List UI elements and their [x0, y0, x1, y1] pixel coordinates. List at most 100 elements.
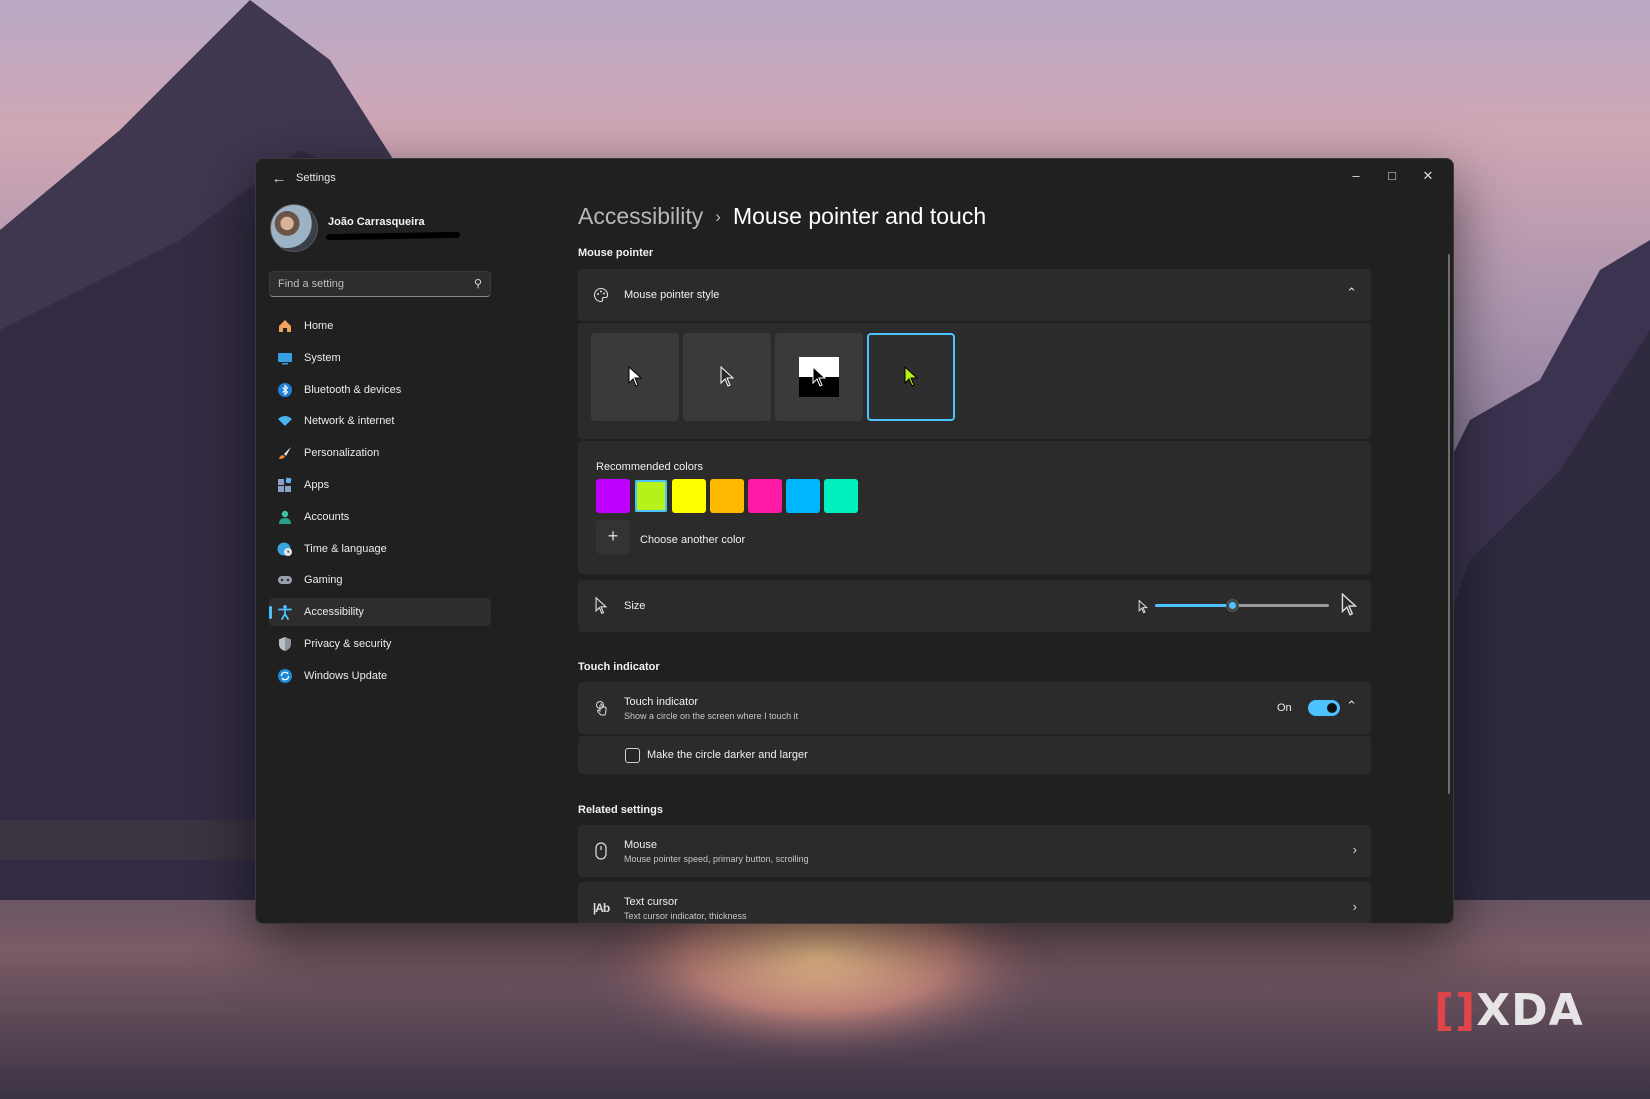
close-icon[interactable]: ✕	[1411, 165, 1445, 187]
search-box: ⚲	[269, 271, 491, 297]
related-item-text-cursor[interactable]: |Ab Text cursor Text cursor indicator, t…	[578, 882, 1371, 923]
scrollbar[interactable]	[1448, 254, 1450, 794]
color-swatch[interactable]	[672, 479, 706, 513]
sidebar-item-label: Gaming	[304, 574, 343, 587]
sidebar-item-label: Time & language	[304, 542, 387, 555]
sidebar-item-label: Windows Update	[304, 669, 388, 682]
color-swatch[interactable]	[824, 479, 858, 513]
plus-icon: +	[607, 526, 619, 546]
bluetooth-icon	[276, 381, 294, 399]
sidebar-item-bluetooth[interactable]: Bluetooth & devices	[269, 376, 491, 404]
xda-watermark: []XDA	[1434, 985, 1584, 1036]
section-title-related-settings: Related settings	[578, 804, 663, 816]
chevron-right-icon[interactable]: ›	[1353, 842, 1357, 857]
recommended-colors-label: Recommended colors	[596, 461, 703, 473]
profile-name: João Carrasqueira	[328, 216, 425, 228]
app-title: Settings	[296, 172, 336, 184]
sidebar-item-windows-update[interactable]: Windows Update	[269, 662, 491, 690]
white-pointer-icon	[628, 366, 642, 387]
color-swatch[interactable]	[748, 479, 782, 513]
globe-clock-icon	[276, 540, 294, 558]
sidebar-item-label: Accounts	[304, 510, 350, 523]
sidebar-item-personalization[interactable]: Personalization	[269, 439, 491, 467]
gamepad-icon	[276, 571, 294, 589]
page-title: Mouse pointer and touch	[732, 203, 987, 229]
black-pointer-icon	[720, 366, 734, 387]
accounts-icon	[276, 508, 294, 526]
chevron-right-icon[interactable]: ›	[1353, 899, 1357, 914]
chevron-up-icon[interactable]: ⌃	[1346, 698, 1357, 714]
touch-hand-icon	[592, 699, 610, 717]
pointer-style-custom[interactable]	[867, 333, 955, 421]
title-bar: ← Settings – □ ✕	[256, 159, 1453, 197]
settings-window: ← Settings – □ ✕ João Carrasqueira ⚲ Hom…	[255, 158, 1454, 924]
sidebar-item-apps[interactable]: Apps	[269, 471, 491, 499]
sidebar-item-accounts[interactable]: Accounts	[269, 503, 491, 531]
breadcrumb-parent[interactable]: Accessibility	[578, 203, 703, 229]
apps-icon	[276, 476, 294, 494]
touch-indicator-subtitle: Show a circle on the screen where I touc…	[624, 711, 799, 721]
sidebar-item-home[interactable]: Home	[269, 312, 491, 340]
color-swatch[interactable]	[634, 479, 668, 513]
touch-indicator-toggle[interactable]	[1308, 700, 1340, 716]
add-color-button[interactable]: +	[596, 520, 630, 554]
chevron-up-icon[interactable]: ⌃	[1346, 285, 1357, 301]
sidebar-item-gaming[interactable]: Gaming	[269, 566, 491, 594]
small-pointer-icon	[1138, 599, 1149, 619]
darker-circle-label: Make the circle darker and larger	[647, 749, 808, 761]
mouse-subtitle: Mouse pointer speed, primary button, scr…	[624, 854, 809, 864]
touch-indicator-options: Make the circle darker and larger	[578, 736, 1371, 774]
color-swatch[interactable]	[596, 479, 630, 513]
back-arrow-icon[interactable]: ←	[268, 168, 290, 190]
text-cursor-icon: |Ab	[592, 901, 610, 915]
home-icon	[276, 317, 294, 335]
system-icon	[276, 349, 294, 367]
mouse-title: Mouse	[624, 839, 658, 851]
chevron-right-icon: ›	[715, 207, 721, 226]
sidebar-nav: Home System Bluetooth & devices Network …	[269, 312, 491, 694]
search-icon[interactable]: ⚲	[474, 277, 482, 290]
pointer-size-slider[interactable]	[1155, 599, 1329, 613]
mouse-pointer-style-label: Mouse pointer style	[624, 289, 720, 301]
choose-another-color-link[interactable]: Choose another color	[640, 534, 745, 546]
sidebar-item-time-language[interactable]: Time & language	[269, 535, 491, 563]
sidebar-item-network[interactable]: Network & internet	[269, 407, 491, 435]
slider-fill	[1155, 604, 1232, 607]
recommended-colors-panel: Recommended colors + Choose another colo…	[578, 441, 1371, 574]
color-swatch[interactable]	[786, 479, 820, 513]
section-title-touch-indicator: Touch indicator	[578, 661, 660, 673]
palette-icon	[592, 286, 610, 304]
pointer-style-white[interactable]	[591, 333, 679, 421]
touch-indicator-row[interactable]: Touch indicator Show a circle on the scr…	[578, 682, 1371, 734]
sidebar-item-system[interactable]: System	[269, 344, 491, 372]
mouse-icon	[592, 842, 610, 860]
text-cursor-title: Text cursor	[624, 896, 678, 908]
slider-thumb[interactable]	[1225, 599, 1239, 612]
update-icon	[276, 667, 294, 685]
sidebar-item-privacy[interactable]: Privacy & security	[269, 630, 491, 658]
sidebar-item-label: Bluetooth & devices	[304, 383, 402, 396]
pointer-style-black[interactable]	[683, 333, 771, 421]
darker-circle-checkbox[interactable]	[625, 748, 640, 763]
pointer-size-icon	[592, 597, 610, 615]
sidebar-item-accessibility[interactable]: Accessibility	[269, 598, 491, 627]
pointer-size-row: Size	[578, 580, 1371, 632]
custom-color-pointer-icon	[904, 366, 918, 387]
related-item-mouse[interactable]: Mouse Mouse pointer speed, primary butto…	[578, 825, 1371, 877]
redacted-email	[325, 231, 461, 241]
maximize-icon[interactable]: □	[1375, 165, 1409, 187]
color-swatch[interactable]	[710, 479, 744, 513]
pointer-style-panel	[578, 323, 1371, 439]
search-input[interactable]	[278, 276, 463, 292]
mouse-pointer-style-header[interactable]: Mouse pointer style ⌃	[578, 269, 1371, 321]
large-pointer-icon	[1341, 592, 1358, 622]
text-cursor-subtitle: Text cursor indicator, thickness	[624, 911, 747, 921]
toggle-state-label: On	[1277, 702, 1292, 714]
sidebar-item-label: Accessibility	[304, 606, 364, 619]
sidebar-item-label: System	[304, 351, 341, 364]
minimize-icon[interactable]: –	[1339, 165, 1373, 187]
sidebar-item-label: Privacy & security	[304, 637, 392, 650]
sidebar-item-label: Personalization	[304, 447, 380, 460]
pointer-style-inverted[interactable]	[775, 333, 863, 421]
sidebar-item-label: Home	[304, 320, 334, 332]
